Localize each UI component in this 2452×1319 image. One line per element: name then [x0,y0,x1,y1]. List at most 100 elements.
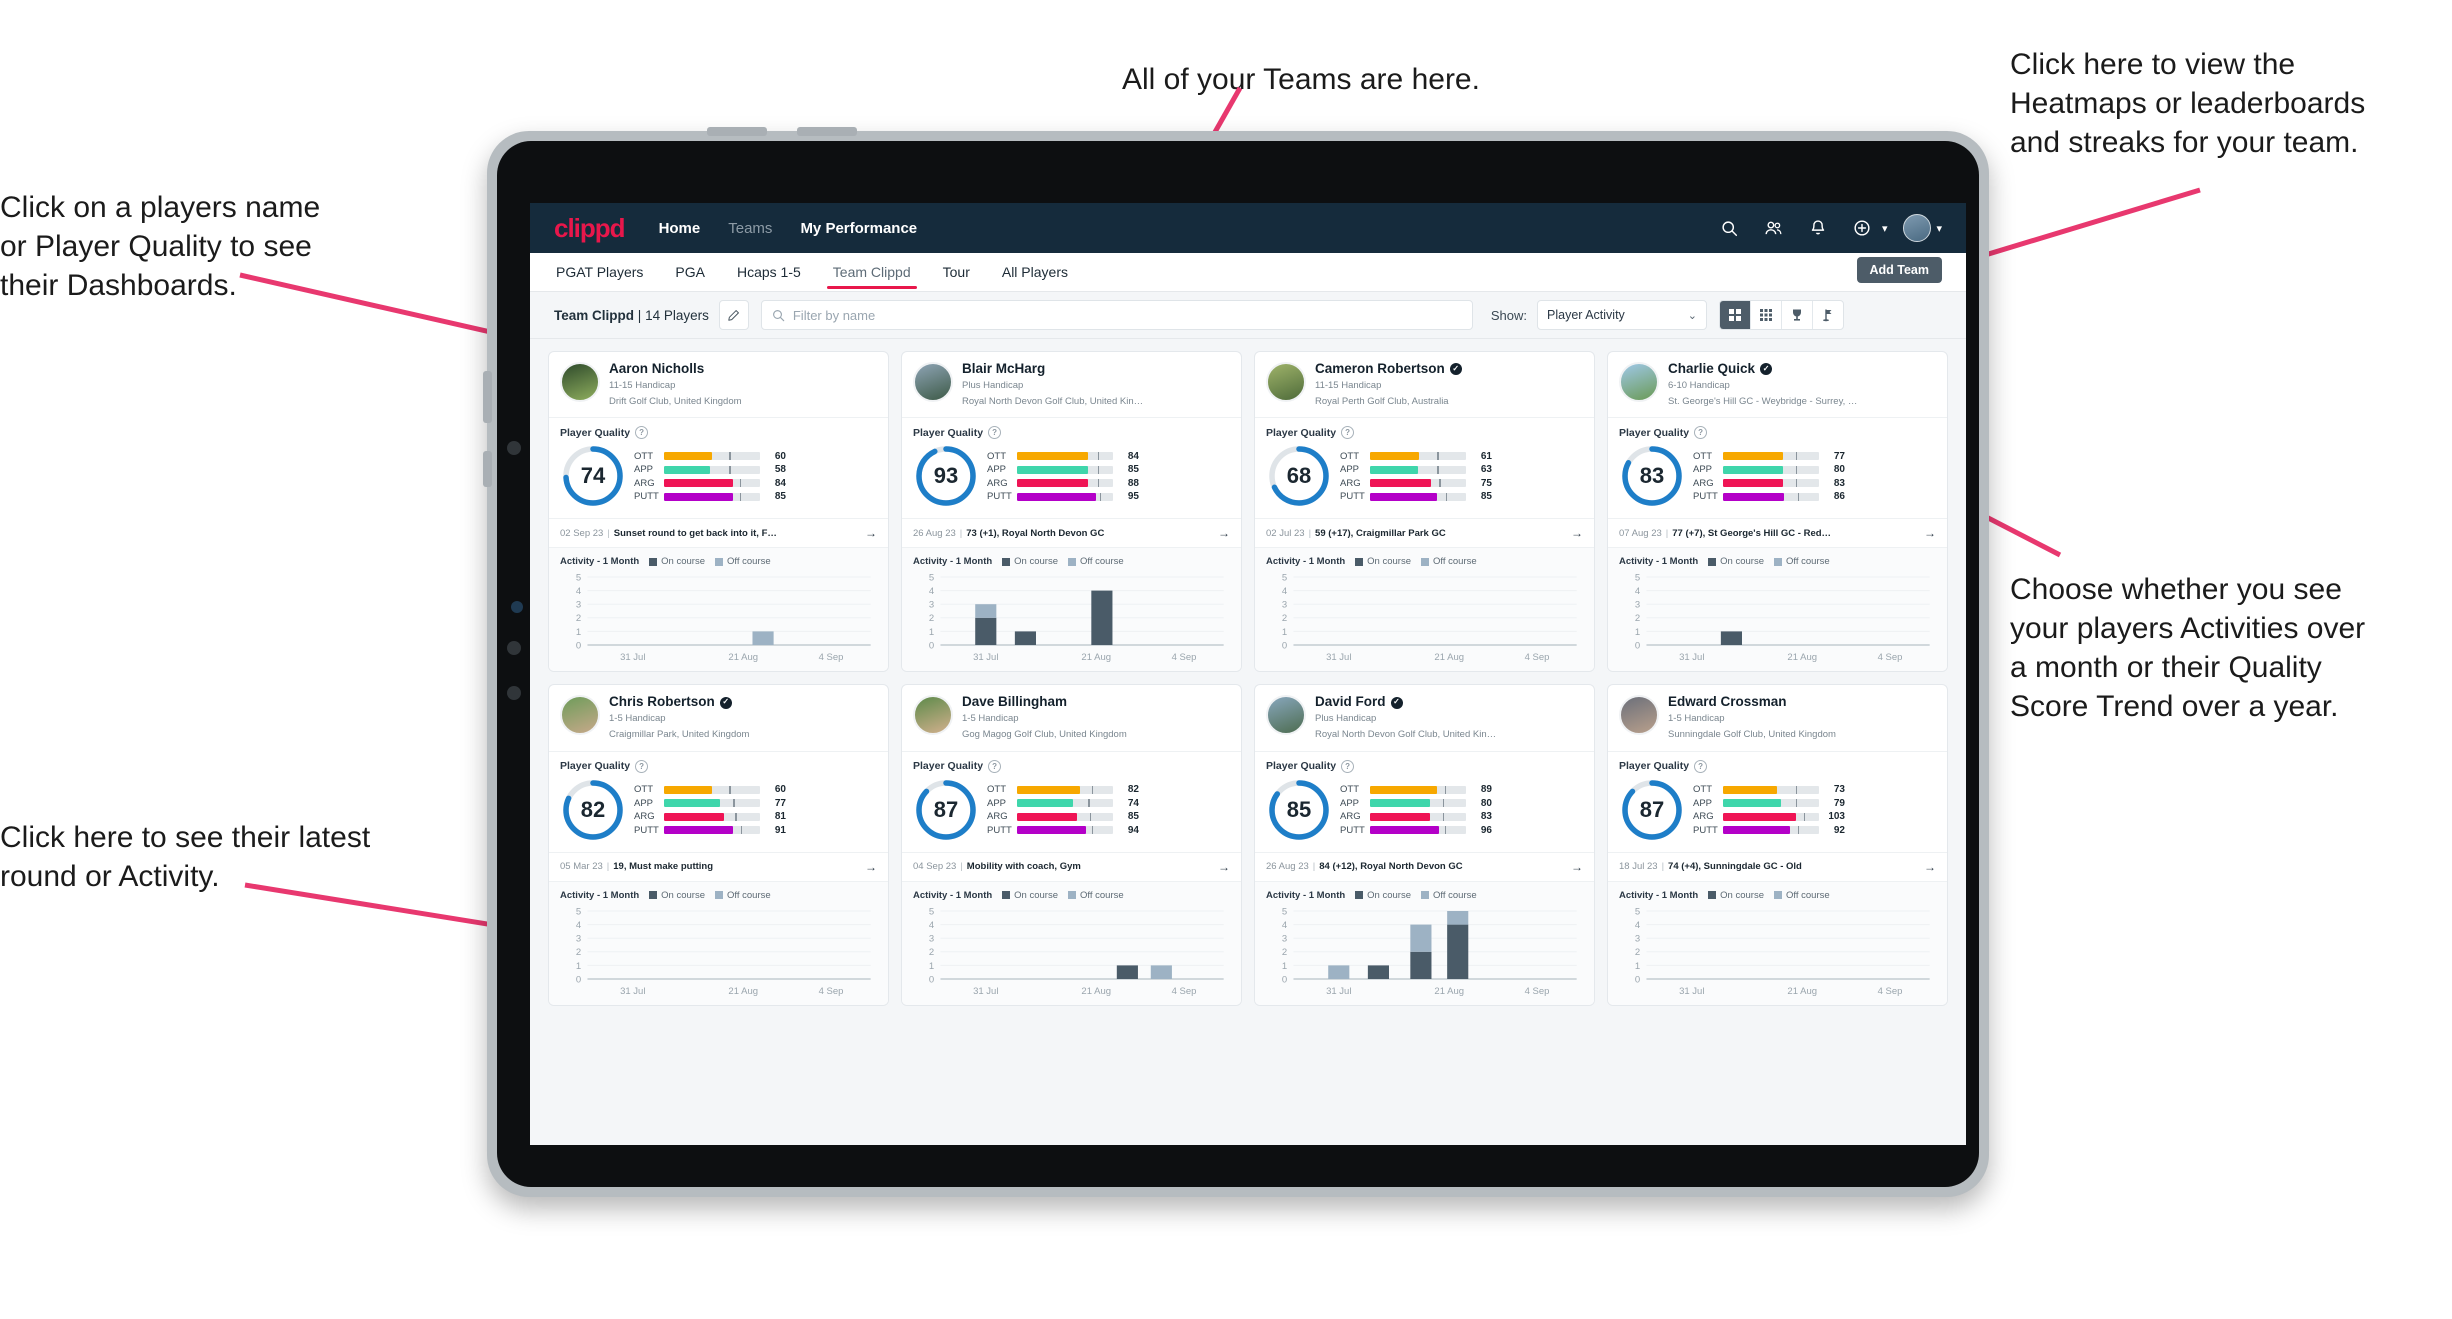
player-quality-label: Player Quality? [913,759,1230,773]
tab-tour[interactable]: Tour [941,256,972,289]
latest-activity-row[interactable]: 26 Aug 23 | 84 (+12), Royal North Devon … [1255,851,1594,881]
chevron-down-icon-profile[interactable]: ▾ [1936,222,1942,235]
help-icon[interactable]: ? [1341,426,1355,440]
player-card[interactable]: Chris Robertson ✓ 1-5 Handicap Craigmilla… [548,684,889,1006]
tab-pga[interactable]: PGA [673,256,707,289]
tablet-power-button [483,371,492,423]
help-icon[interactable]: ? [635,759,649,773]
player-name[interactable]: Cameron Robertson ✓ [1315,361,1462,377]
latest-activity-row[interactable]: 02 Sep 23 | Sunset round to get back int… [549,518,888,547]
metric-value: 77 [1833,450,1845,462]
nav-link-my-performance[interactable]: My Performance [800,220,917,237]
metric-bar-track [1370,812,1466,821]
latest-activity-date: 26 Aug 23 [1266,861,1309,873]
activity-header: Activity - 1 Month On course Off course [1266,890,1583,901]
clippd-logo[interactable]: clippd [554,213,626,244]
arrow-right-icon[interactable]: → [1924,526,1936,540]
chevron-down-icon-add[interactable]: ▾ [1882,222,1888,235]
trophy-icon[interactable] [1782,301,1813,329]
metric-bar-fill [664,452,712,461]
player-card-header[interactable]: Dave Billingham 1-5 Handicap Gog Magog G… [902,685,1241,750]
latest-activity-row[interactable]: 07 Aug 23 | 77 (+7), St George's Hill GC… [1608,518,1947,547]
player-quality-section[interactable]: Player Quality? 83 OTT 77 APP 80 ARG 83 … [1608,417,1947,518]
player-card[interactable]: Charlie Quick ✓ 6-10 Handicap St. George'… [1607,351,1948,673]
player-card[interactable]: Blair McHarg Plus Handicap Royal North D… [901,351,1242,673]
grid-large-icon[interactable] [1720,301,1751,329]
player-quality-section[interactable]: Player Quality? 82 OTT 60 APP 77 ARG 81 … [549,750,888,852]
plus-circle-icon[interactable] [1847,213,1877,243]
arrow-right-icon[interactable]: → [865,526,877,540]
player-name[interactable]: David Ford ✓ [1315,695,1496,710]
bell-icon[interactable] [1803,213,1833,243]
metric-label: APP [634,797,654,809]
player-name[interactable]: Dave Billingham [962,695,1127,710]
player-name[interactable]: Chris Robertson ✓ [609,695,749,710]
player-name[interactable]: Aaron Nicholls [609,361,742,377]
player-card-header[interactable]: Charlie Quick ✓ 6-10 Handicap St. George'… [1608,352,1947,417]
tab-team-clippd[interactable]: Team Clippd [826,256,917,289]
help-icon[interactable]: ? [988,759,1002,773]
player-name[interactable]: Edward Crossman [1668,695,1836,710]
help-icon[interactable]: ? [1694,759,1708,773]
player-card[interactable]: Aaron Nicholls 11-15 Handicap Drift Golf… [548,351,889,673]
grid-dense-icon[interactable] [1751,301,1782,329]
legend-swatch-off [1774,557,1782,566]
help-icon[interactable]: ? [1694,426,1708,440]
search-icon-small [772,309,785,321]
player-card-header[interactable]: David Ford ✓ Plus Handicap Royal North De… [1255,685,1594,750]
player-quality-section[interactable]: Player Quality? 87 OTT 73 APP 79 ARG 103… [1608,750,1947,852]
nav-link-home[interactable]: Home [659,220,701,237]
legend-off-course: Off course [1068,890,1124,901]
player-club: Royal North Devon Golf Club, United Kin… [1315,729,1497,741]
help-icon[interactable]: ? [635,426,649,440]
search-icon[interactable] [1715,213,1745,243]
arrow-right-icon[interactable]: → [865,860,877,874]
add-team-button[interactable]: Add Team [1856,257,1942,283]
player-name[interactable]: Blair McHarg [962,361,1143,377]
edit-pencil-icon[interactable] [718,300,749,330]
player-quality-section[interactable]: Player Quality? 87 OTT 82 APP 74 ARG 85 … [902,750,1241,852]
player-card[interactable]: Cameron Robertson ✓ 11-15 Handicap Royal … [1254,351,1595,673]
quality-donut: 74 [560,443,626,509]
player-card[interactable]: Dave Billingham 1-5 Handicap Gog Magog G… [901,684,1242,1006]
latest-activity-text: 74 (+4), Sunningdale GC - Old [1668,861,1802,873]
view-mode-select[interactable]: Player Activity ⌄ [1537,300,1707,330]
svg-text:31 Jul: 31 Jul [973,986,998,996]
latest-activity-row[interactable]: 26 Aug 23 | 73 (+1), Royal North Devon G… [902,518,1241,547]
player-card-header[interactable]: Cameron Robertson ✓ 11-15 Handicap Royal … [1255,352,1594,417]
player-card-header[interactable]: Edward Crossman 1-5 Handicap Sunningdale… [1608,685,1947,750]
player-quality-section[interactable]: Player Quality? 85 OTT 89 APP 80 ARG 83 … [1255,750,1594,852]
tab-all-players[interactable]: All Players [1000,256,1070,289]
player-quality-section[interactable]: Player Quality? 93 OTT 84 APP 85 ARG 88 … [902,417,1241,518]
metric-benchmark-tick [1089,812,1092,821]
nav-link-teams[interactable]: Teams [728,220,772,237]
arrow-right-icon[interactable]: → [1218,526,1230,540]
latest-activity-row[interactable]: 05 Mar 23 | 19, Must make putting → [549,851,888,881]
metric-row: PUTT 92 [1693,823,1936,837]
player-card[interactable]: Edward Crossman 1-5 Handicap Sunningdale… [1607,684,1948,1006]
arrow-right-icon[interactable]: → [1218,860,1230,874]
tab-hcaps-1-5[interactable]: Hcaps 1-5 [735,256,803,289]
help-icon[interactable]: ? [988,426,1002,440]
flag-icon[interactable] [1813,301,1843,329]
avatar[interactable] [1903,214,1932,242]
latest-activity-row[interactable]: 04 Sep 23 | Mobility with coach, Gym → [902,851,1241,881]
arrow-right-icon[interactable]: → [1571,860,1583,874]
player-card-header[interactable]: Blair McHarg Plus Handicap Royal North D… [902,352,1241,417]
player-card-header[interactable]: Aaron Nicholls 11-15 Handicap Drift Golf… [549,352,888,417]
tab-pgat-players[interactable]: PGAT Players [554,256,645,289]
svg-text:1: 1 [1635,961,1640,971]
latest-activity-row[interactable]: 02 Jul 23 | 59 (+17), Craigmillar Park G… [1255,518,1594,547]
player-quality-section[interactable]: Player Quality? 68 OTT 61 APP 63 ARG 75 … [1255,417,1594,518]
player-name[interactable]: Charlie Quick ✓ [1668,361,1857,377]
player-avatar [913,695,953,736]
help-icon[interactable]: ? [1341,759,1355,773]
player-card-header[interactable]: Chris Robertson ✓ 1-5 Handicap Craigmilla… [549,685,888,750]
people-icon[interactable] [1759,213,1789,243]
search-input[interactable]: Filter by name [760,300,1473,330]
player-card[interactable]: David Ford ✓ Plus Handicap Royal North De… [1254,684,1595,1006]
arrow-right-icon[interactable]: → [1924,860,1936,874]
player-quality-section[interactable]: Player Quality? 74 OTT 60 APP 58 ARG 84 … [549,417,888,518]
latest-activity-row[interactable]: 18 Jul 23 | 74 (+4), Sunningdale GC - Ol… [1608,851,1947,881]
arrow-right-icon[interactable]: → [1571,526,1583,540]
